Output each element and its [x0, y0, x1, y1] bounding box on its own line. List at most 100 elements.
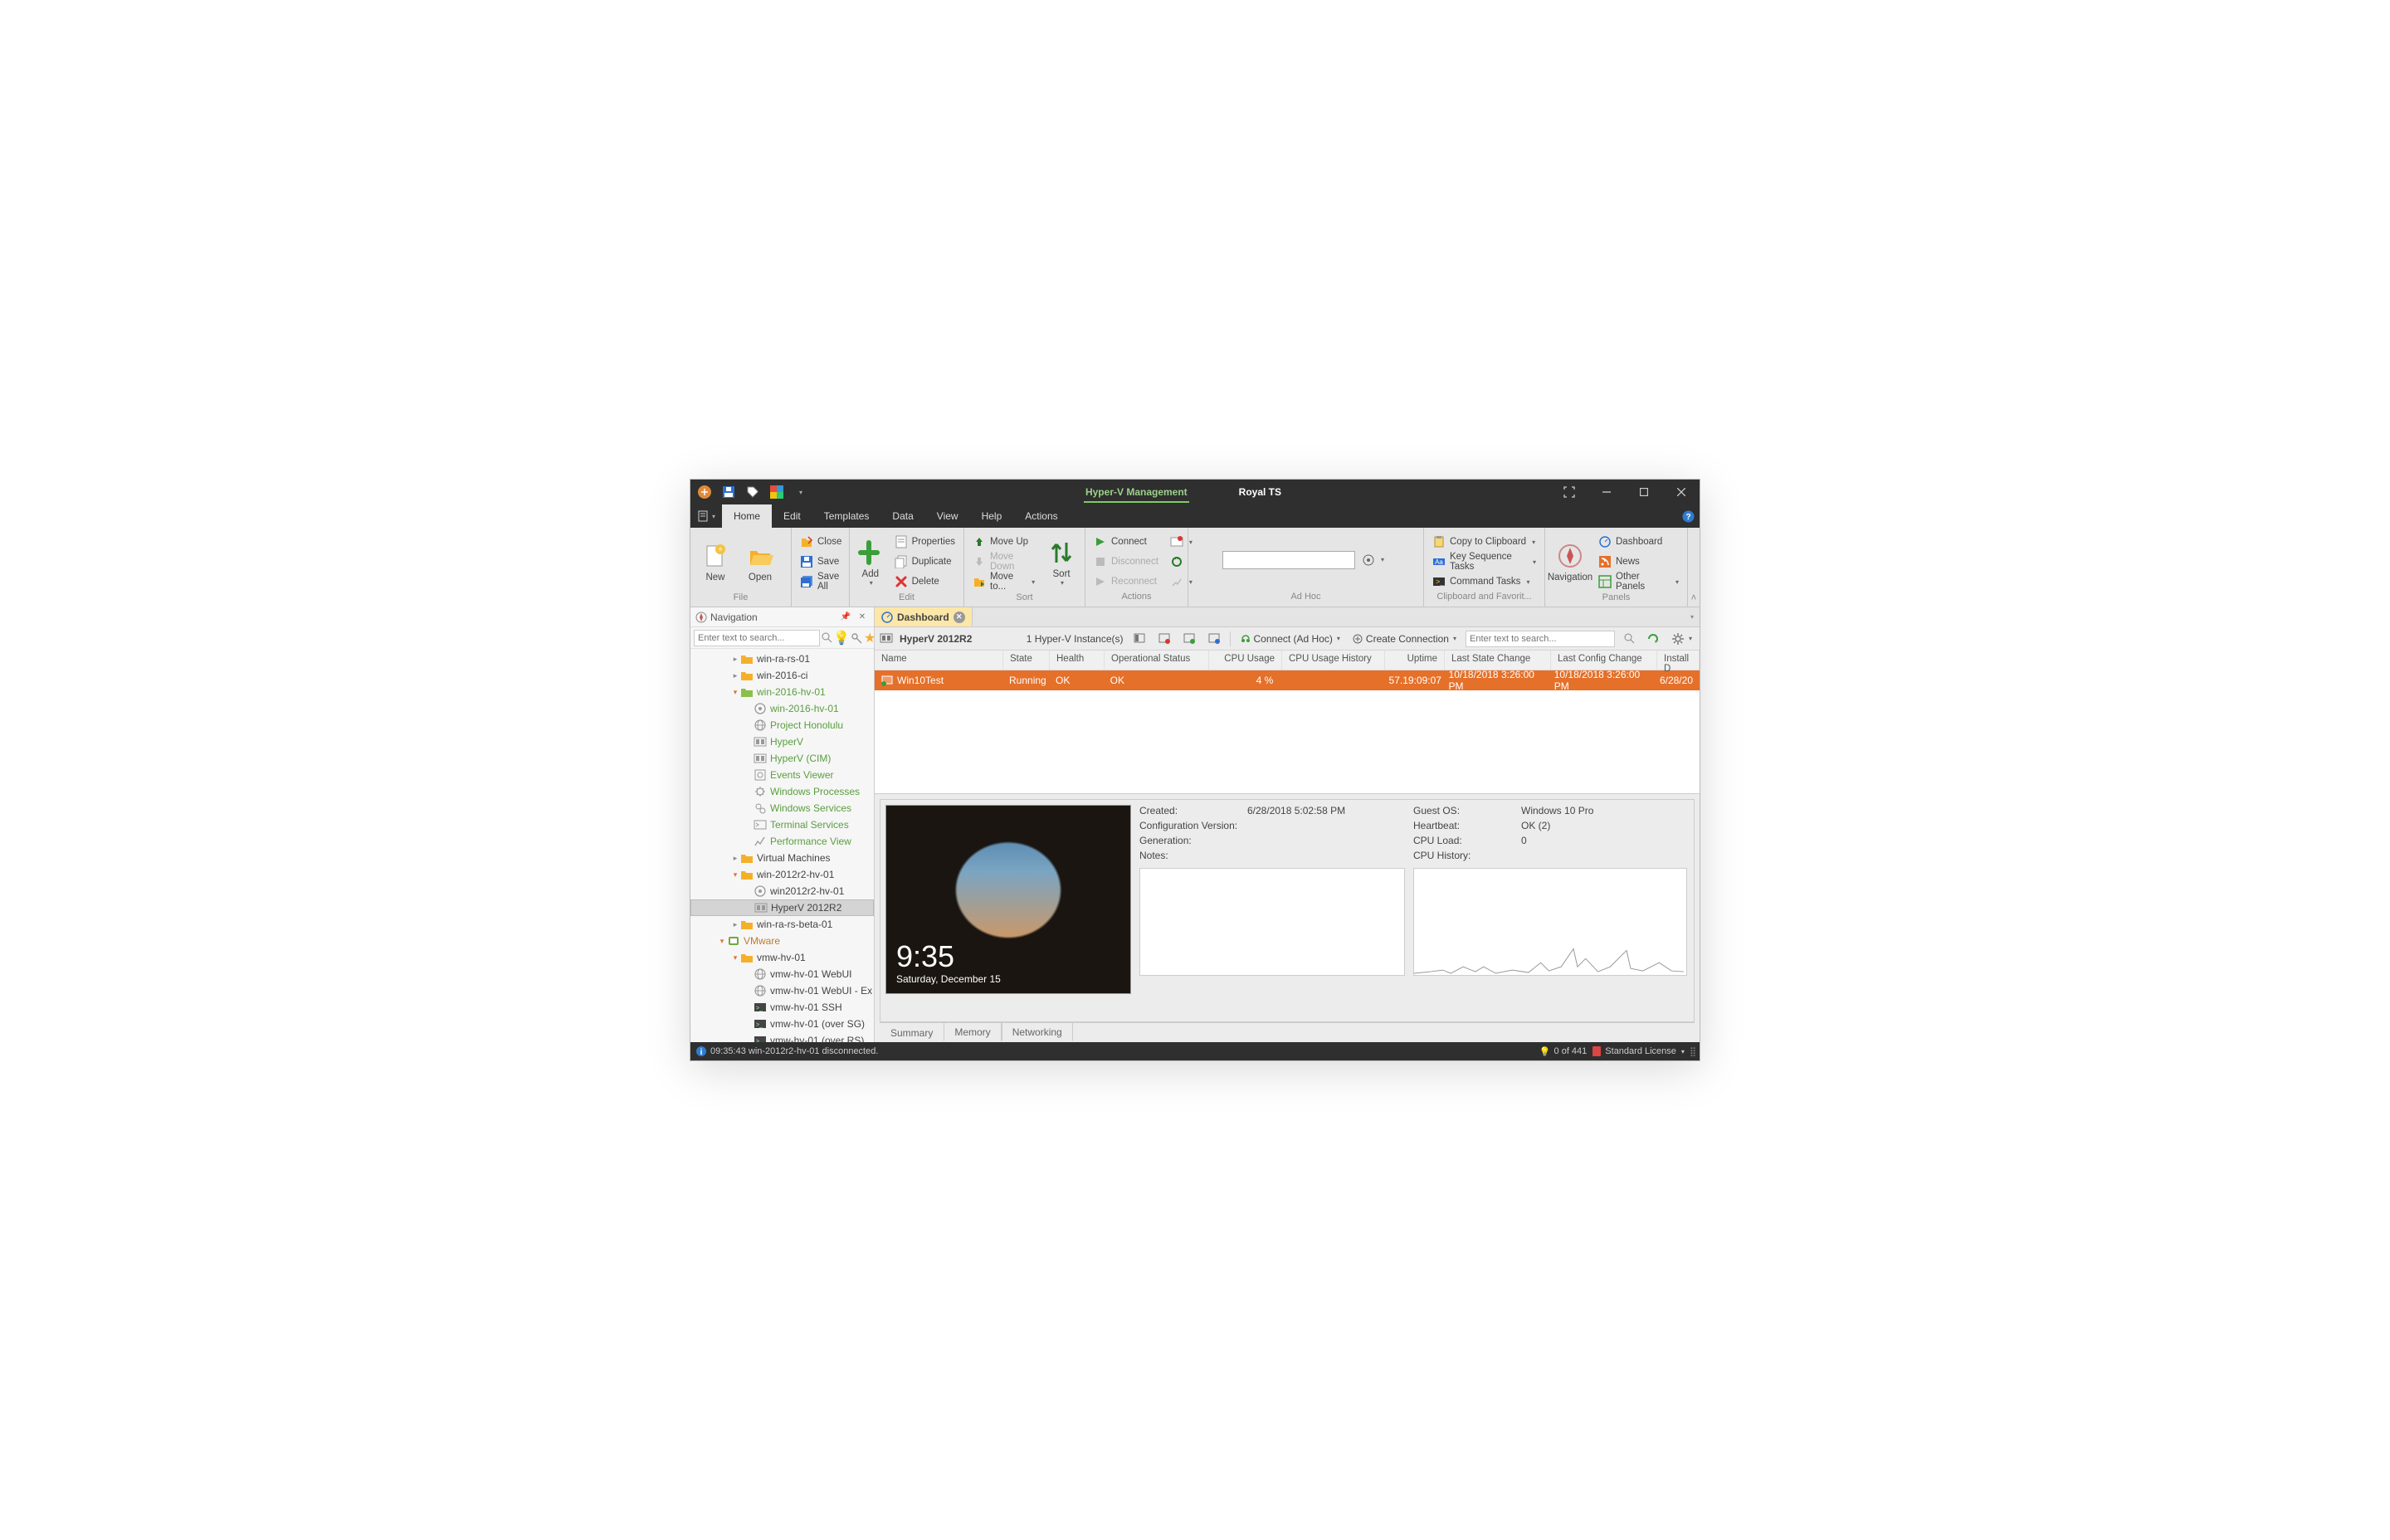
key-icon[interactable] — [851, 631, 862, 646]
tree-node[interactable]: Windows Services — [690, 800, 874, 816]
delete-button[interactable]: Delete — [890, 573, 960, 591]
tree-node[interactable]: HyperV — [690, 733, 874, 750]
tree-node[interactable]: ▸Virtual Machines — [690, 850, 874, 866]
news-panel-button[interactable]: News — [1593, 553, 1684, 571]
maximize-button[interactable] — [1625, 480, 1662, 504]
collapse-ribbon-icon[interactable]: ˄ — [1688, 528, 1700, 607]
tabs-dropdown-icon[interactable]: ▾ — [1685, 607, 1700, 626]
navigation-button[interactable]: Navigation — [1549, 533, 1592, 592]
connect-button[interactable]: Connect — [1089, 533, 1163, 551]
tree-node[interactable]: >_vmw-hv-01 (over SG) — [690, 1016, 874, 1032]
toolbar-search-input[interactable] — [1466, 631, 1615, 647]
tree-node[interactable]: Terminal Services — [690, 816, 874, 833]
resize-grip-icon[interactable]: ⣿ — [1690, 1046, 1695, 1057]
tree-node[interactable]: ▾win-2012r2-hv-01 — [690, 866, 874, 883]
tab-close-icon[interactable]: ✕ — [954, 612, 965, 623]
menu-view[interactable]: View — [925, 504, 970, 528]
help-icon[interactable]: ? — [1676, 504, 1700, 528]
reconnect-button[interactable]: Reconnect — [1089, 573, 1163, 591]
tree-node[interactable]: ▾VMware — [690, 933, 874, 949]
move-up-button[interactable]: Move Up — [968, 533, 1040, 551]
properties-button[interactable]: Properties — [890, 533, 960, 551]
vm-thumbnail[interactable]: 9:35 Saturday, December 15 — [885, 805, 1131, 994]
tree-node[interactable]: Project Honolulu — [690, 717, 874, 733]
tree-node[interactable]: HyperV 2012R2 — [690, 899, 874, 916]
copy-clipboard-button[interactable]: Copy to Clipboard▾ — [1427, 533, 1541, 551]
close-file-button[interactable]: Close — [795, 533, 846, 551]
key-sequence-button[interactable]: AaKey Sequence Tasks▾ — [1427, 553, 1541, 571]
tree-node[interactable]: vmw-hv-01 WebUI — [690, 966, 874, 982]
status-count[interactable]: 💡0 of 441 — [1539, 1046, 1587, 1057]
menu-data[interactable]: Data — [880, 504, 924, 528]
tab-dashboard[interactable]: Dashboard ✕ — [875, 607, 973, 626]
tab-memory[interactable]: Memory — [944, 1022, 1001, 1041]
menu-edit[interactable]: Edit — [772, 504, 812, 528]
save-qat-icon[interactable] — [718, 481, 739, 503]
disconnect-button[interactable]: Disconnect — [1089, 553, 1163, 571]
toolbar-search-icon[interactable] — [1622, 631, 1637, 646]
dashboard-panel-button[interactable]: Dashboard — [1593, 533, 1684, 551]
create-connection-button[interactable]: Create Connection▾ — [1349, 631, 1459, 646]
bulb-icon[interactable]: 💡 — [834, 631, 849, 646]
sort-button[interactable]: Sort▾ — [1041, 533, 1081, 592]
duplicate-button[interactable]: Duplicate — [890, 553, 960, 571]
tree-node[interactable]: ▸win-ra-rs-beta-01 — [690, 916, 874, 933]
add-button[interactable]: Add▾ — [853, 533, 888, 592]
search-icon[interactable] — [822, 631, 832, 646]
tree-node[interactable]: vmw-hv-01 WebUI - Ex — [690, 982, 874, 999]
status-license[interactable]: Standard License▾ — [1592, 1045, 1685, 1057]
tab-summary[interactable]: Summary — [880, 1023, 944, 1042]
adhoc-input[interactable] — [1222, 551, 1355, 569]
nav-tree[interactable]: ▸win-ra-rs-01▸win-2016-ci▾win-2016-hv-01… — [690, 649, 874, 1042]
gear-icon[interactable]: ▾ — [1669, 631, 1695, 647]
load-label: CPU Load: — [1413, 835, 1521, 846]
tb-icon-1[interactable] — [1130, 631, 1149, 647]
tree-node[interactable]: Performance View — [690, 833, 874, 850]
focus-mode-icon[interactable] — [1550, 480, 1588, 504]
tag-qat-icon[interactable] — [742, 481, 763, 503]
refresh-icon[interactable] — [1644, 631, 1662, 647]
tree-node[interactable]: win2012r2-hv-01 — [690, 883, 874, 899]
menu-actions[interactable]: Actions — [1013, 504, 1069, 528]
qat-dropdown-icon[interactable]: ▾ — [790, 481, 812, 503]
notes-box[interactable] — [1139, 868, 1405, 976]
tb-icon-2[interactable] — [1155, 631, 1173, 647]
tree-node[interactable]: ▸win-ra-rs-01 — [690, 651, 874, 667]
close-button[interactable] — [1662, 480, 1700, 504]
move-to-button[interactable]: Move to...▾ — [968, 573, 1040, 591]
palette-qat-icon[interactable] — [766, 481, 788, 503]
tree-node[interactable]: >_vmw-hv-01 SSH — [690, 999, 874, 1016]
close-panel-icon[interactable]: ✕ — [856, 611, 869, 624]
tree-node[interactable]: Windows Processes — [690, 783, 874, 800]
save-button[interactable]: Save — [795, 553, 846, 571]
new-button[interactable]: New — [694, 533, 737, 592]
adhoc-target-icon[interactable]: ▾ — [1357, 551, 1389, 569]
menu-templates[interactable]: Templates — [812, 504, 881, 528]
open-button[interactable]: Open — [739, 533, 782, 592]
grid-row-selected[interactable]: Win10Test Running OK OK 4 % 57.19:09:07 … — [875, 670, 1700, 690]
tree-node[interactable]: ▾vmw-hv-01 — [690, 949, 874, 966]
tree-node[interactable]: win-2016-hv-01 — [690, 700, 874, 717]
tree-node[interactable]: ▸win-2016-ci — [690, 667, 874, 684]
save-all-button[interactable]: Save All — [795, 573, 846, 591]
pin-icon[interactable]: 📌 — [839, 611, 852, 624]
tree-node[interactable]: HyperV (CIM) — [690, 750, 874, 767]
command-tasks-button[interactable]: >_Command Tasks▾ — [1427, 573, 1541, 591]
tree-node[interactable]: >_vmw-hv-01 (over RS) — [690, 1032, 874, 1042]
connect-adhoc-button[interactable]: Connect (Ad Hoc)▾ — [1237, 631, 1343, 646]
menu-home[interactable]: Home — [722, 504, 772, 528]
app-icon[interactable] — [694, 481, 715, 503]
nav-search-input[interactable] — [694, 630, 820, 646]
tab-networking[interactable]: Networking — [1002, 1022, 1073, 1041]
tb-icon-3[interactable] — [1180, 631, 1198, 647]
vm-grid: Name State Health Operational Status CPU… — [875, 651, 1700, 793]
tb-icon-4[interactable] — [1205, 631, 1223, 647]
move-down-button[interactable]: Move Down — [968, 553, 1040, 571]
file-menu-icon[interactable]: ▾ — [690, 504, 722, 528]
other-panels-button[interactable]: Other Panels▾ — [1593, 573, 1684, 591]
grid-header[interactable]: Name State Health Operational Status CPU… — [875, 651, 1700, 670]
tree-node[interactable]: Events Viewer — [690, 767, 874, 783]
menu-help[interactable]: Help — [970, 504, 1014, 528]
tree-node[interactable]: ▾win-2016-hv-01 — [690, 684, 874, 700]
minimize-button[interactable] — [1588, 480, 1625, 504]
